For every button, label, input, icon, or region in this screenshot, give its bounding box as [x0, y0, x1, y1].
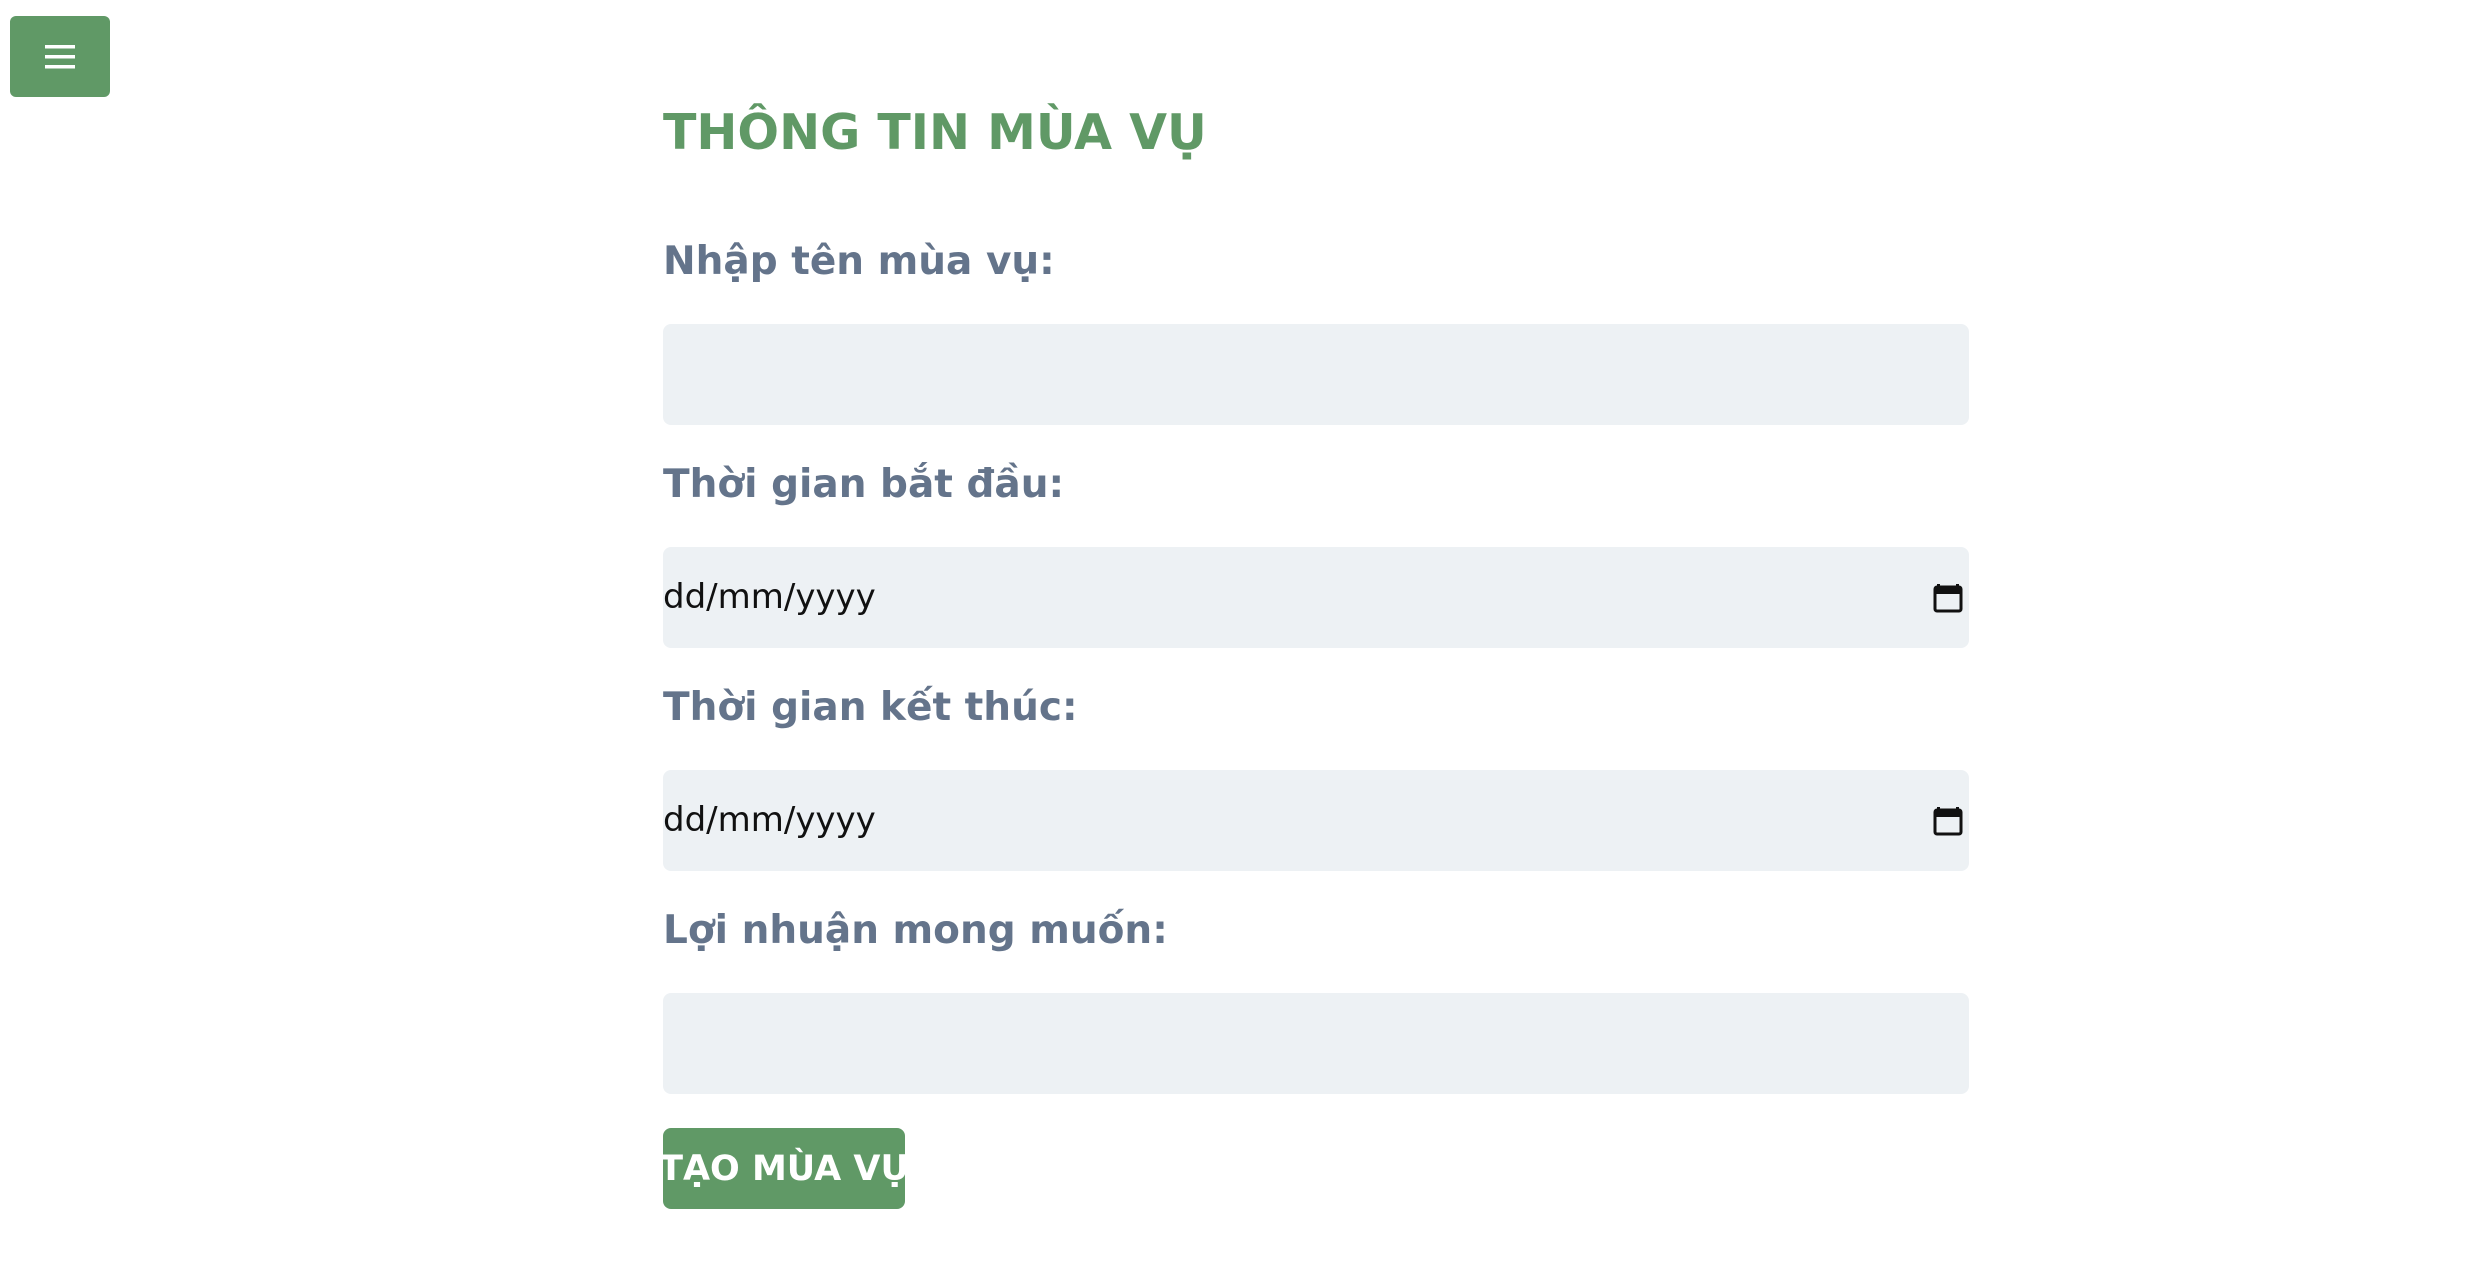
start-date-label: Thời gian bắt đầu: — [663, 462, 1065, 507]
end-date-field[interactable]: dd/mm/yyyy — [663, 770, 1969, 871]
season-name-label: Nhập tên mùa vụ: — [663, 239, 1055, 284]
hamburger-menu-icon — [45, 44, 75, 68]
start-date-placeholder: dd/mm/yyyy — [663, 577, 876, 617]
start-date-field[interactable]: dd/mm/yyyy — [663, 547, 1969, 648]
menu-button[interactable] — [10, 16, 110, 97]
expected-profit-field[interactable] — [663, 993, 1969, 1094]
calendar-icon[interactable] — [1933, 804, 1963, 836]
season-name-input[interactable] — [663, 324, 1969, 425]
end-date-label: Thời gian kết thúc: — [663, 685, 1078, 730]
end-date-placeholder: dd/mm/yyyy — [663, 800, 876, 840]
page-title: THÔNG TIN MÙA VỤ — [663, 104, 1207, 161]
expected-profit-label: Lợi nhuận mong muốn: — [663, 908, 1168, 953]
calendar-icon[interactable] — [1933, 581, 1963, 613]
create-season-button[interactable]: TẠO MÙA VỤ — [659, 1128, 909, 1209]
season-name-field[interactable] — [663, 324, 1969, 425]
expected-profit-input[interactable] — [663, 993, 1969, 1094]
